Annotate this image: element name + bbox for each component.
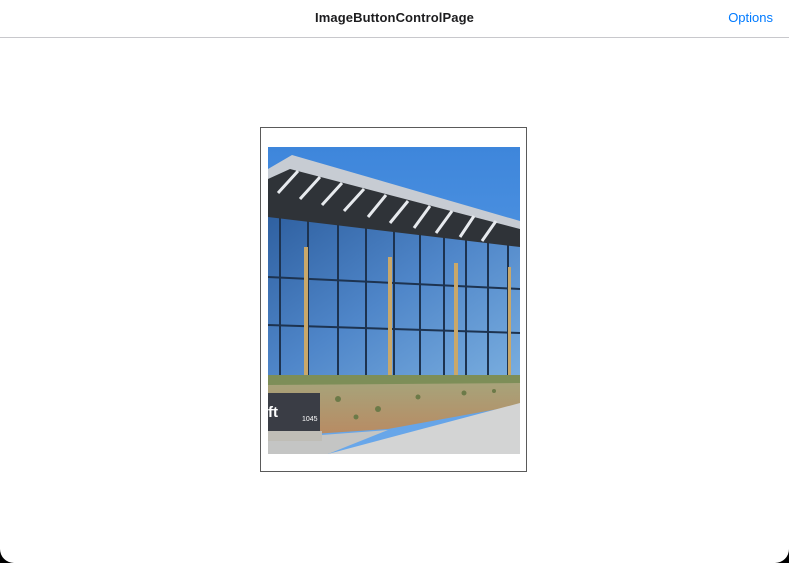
sign-number: 1045 [302, 416, 318, 423]
image-button[interactable]: ft 1045 [260, 127, 527, 472]
window-corner-bottom-left [0, 549, 14, 563]
sign-text: ft [268, 404, 278, 421]
page-title: ImageButtonControlPage [315, 10, 474, 25]
screen: ImageButtonControlPage Options ft 1045 [0, 0, 789, 563]
navigation-bar: ImageButtonControlPage Options [0, 0, 789, 38]
window-corner-bottom-right [775, 549, 789, 563]
options-button[interactable]: Options [728, 10, 773, 25]
building-photo-icon: ft 1045 [268, 147, 520, 454]
